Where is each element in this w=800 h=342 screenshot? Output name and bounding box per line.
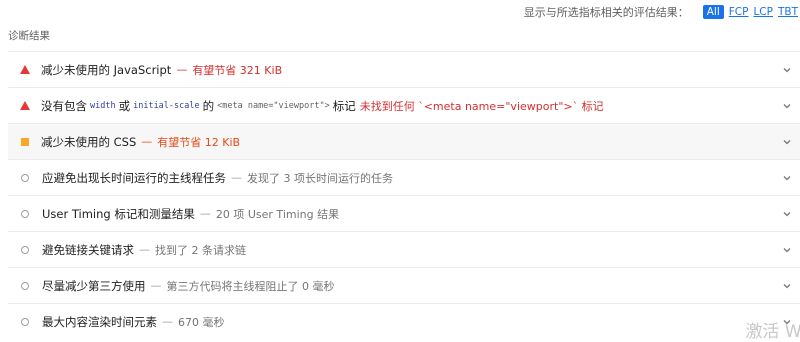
audit-display-value: 找到了 2 条请求链	[155, 243, 246, 257]
activation-watermark: 激活 Wi	[745, 322, 800, 342]
filter-chip-all[interactable]: All	[702, 5, 724, 19]
average-square-icon	[21, 137, 29, 146]
informative-circle-icon	[21, 209, 29, 218]
audit-separator: —	[150, 279, 162, 292]
audit-title: 减少未使用的 CSS	[41, 134, 137, 149]
chevron-down-icon[interactable]	[782, 209, 792, 219]
audit-separator: —	[139, 243, 150, 256]
audit-list: 减少未使用的 JavaScript — 有望节省 321 KiB 没有包含 wi…	[8, 51, 800, 339]
metric-filter-label: 显示与所选指标相关的评估结果：	[523, 6, 689, 19]
audit-title: User Timing 标记和测量结果	[42, 206, 195, 221]
audit-long-tasks[interactable]: 应避免出现长时间运行的主线程任务 — 发现了 3 项长时间运行的任务	[8, 159, 800, 195]
audit-display-value: 发现了 3 项长时间运行的任务	[247, 171, 393, 185]
section-title: 诊断结果	[8, 30, 50, 42]
audit-separator: —	[141, 135, 153, 148]
filter-chip-lcp[interactable]: LCP	[753, 5, 773, 19]
informative-circle-icon	[21, 281, 29, 290]
informative-circle-icon	[21, 173, 29, 182]
filter-chip-fcp[interactable]: FCP	[729, 5, 749, 19]
audit-separator: —	[199, 207, 211, 220]
audit-title-prefix: 没有包含	[41, 98, 87, 113]
chevron-down-icon[interactable]	[782, 101, 792, 111]
chevron-down-icon[interactable]	[782, 173, 792, 183]
audit-title-suffix: 标记	[332, 98, 356, 113]
filter-chip-tbt[interactable]: TBT	[778, 5, 798, 19]
audit-third-party-summary[interactable]: 尽量减少第三方使用 — 第三方代码将主线程阻止了 0 毫秒	[8, 267, 800, 303]
audit-separator: —	[176, 63, 188, 76]
audit-critical-request-chains[interactable]: 避免链接关键请求 — 找到了 2 条请求链	[8, 231, 800, 267]
code-initial-scale: initial-scale	[133, 100, 200, 111]
audit-title: 最大内容渲染时间元素	[42, 314, 157, 329]
audit-separator: —	[231, 171, 242, 184]
audit-viewport[interactable]: 没有包含 width 或 initial-scale 的 <meta name=…	[8, 87, 800, 123]
audit-title: 应避免出现长时间运行的主线程任务	[42, 170, 226, 185]
audit-display-value: 有望节省 321 KiB	[192, 63, 283, 77]
informative-circle-icon	[21, 317, 29, 326]
audit-display-value: 未找到任何 `<meta name="viewport">` 标记	[359, 99, 604, 113]
fail-triangle-icon	[20, 101, 30, 110]
audit-display-value: 20 项 User Timing 结果	[215, 207, 340, 221]
chevron-down-icon[interactable]	[782, 281, 792, 291]
chevron-down-icon[interactable]	[782, 245, 792, 255]
metric-filter: 显示与所选指标相关的评估结果： All FCP LCP TBT	[0, 0, 800, 24]
audit-separator: —	[162, 315, 173, 328]
audit-unused-javascript[interactable]: 减少未使用的 JavaScript — 有望节省 321 KiB	[8, 51, 800, 87]
audit-display-value: 670 毫秒	[178, 315, 225, 329]
audit-user-timings[interactable]: User Timing 标记和测量结果 — 20 项 User Timing 结…	[8, 195, 800, 231]
fail-triangle-icon	[20, 65, 30, 74]
code-width: width	[90, 100, 116, 111]
audit-title: 尽量减少第三方使用	[42, 278, 146, 293]
audit-title-or: 或	[118, 98, 131, 113]
audit-lcp-element[interactable]: 最大内容渲染时间元素 — 670 毫秒	[8, 303, 800, 339]
audit-title: 减少未使用的 JavaScript	[41, 62, 172, 77]
chevron-down-icon[interactable]	[782, 137, 792, 147]
audit-display-value: 第三方代码将主线程阻止了 0 毫秒	[166, 279, 335, 293]
audit-unused-css[interactable]: 减少未使用的 CSS — 有望节省 12 KiB	[8, 123, 800, 159]
chevron-down-icon[interactable]	[782, 65, 792, 75]
audit-display-value: 有望节省 12 KiB	[157, 135, 241, 149]
audit-title: 避免链接关键请求	[42, 242, 134, 257]
informative-circle-icon	[21, 245, 29, 254]
code-meta-viewport: <meta name="viewport">	[217, 100, 330, 111]
audit-title-of: 的	[202, 98, 215, 113]
